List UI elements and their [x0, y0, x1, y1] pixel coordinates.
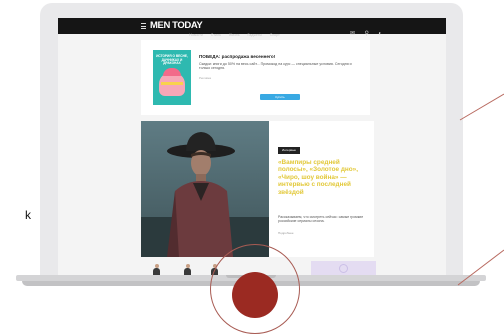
- ad-label: Реклама: [199, 76, 212, 80]
- book-illustration: [159, 68, 185, 96]
- side-letter: k: [25, 208, 31, 222]
- search-icon[interactable]: ⚲: [364, 30, 368, 38]
- site-header: MEN TODAY Новости Стиль Жизнь Гаджеты Сп…: [58, 18, 446, 37]
- mail-icon[interactable]: ✉: [350, 30, 355, 38]
- article-photo[interactable]: [141, 121, 269, 257]
- article-summary: Рассказываем, что смотреть сейчас: самые…: [278, 215, 364, 224]
- menu-icon[interactable]: [141, 23, 146, 29]
- promo-graphic: [339, 264, 348, 273]
- read-more-link[interactable]: Подробнее: [278, 231, 294, 235]
- book-cover[interactable]: ИСТОРИЯ О ВЕСНЕ, ДАЧНИКАХ И ДРАКОНАХ: [153, 50, 191, 105]
- feature-article[interactable]: Интервью «Вампиры средней полосы», «Золо…: [141, 121, 374, 257]
- buy-button[interactable]: Купить: [260, 94, 300, 100]
- article-tag[interactable]: Интервью: [278, 147, 300, 154]
- user-icon[interactable]: ◐: [378, 30, 382, 38]
- overlay-dot: [232, 272, 278, 318]
- avatar[interactable]: [153, 264, 160, 275]
- book-title: ИСТОРИЯ О ВЕСНЕ, ДАЧНИКАХ И ДРАКОНАХ: [156, 54, 188, 66]
- nav-item[interactable]: Спорт: [270, 33, 280, 37]
- nav-item[interactable]: Гаджеты: [248, 33, 262, 37]
- nav-item[interactable]: Стиль: [211, 33, 221, 37]
- promo-card[interactable]: [311, 261, 376, 276]
- laptop-screen: MEN TODAY Новости Стиль Жизнь Гаджеты Сп…: [58, 18, 446, 276]
- nav-item[interactable]: Жизнь: [229, 33, 240, 37]
- header-icons: ✉ ⚲ ◐: [350, 22, 387, 40]
- main-nav: Новости Стиль Жизнь Гаджеты Спорт: [189, 23, 283, 37]
- nav-item[interactable]: Новости: [189, 33, 203, 37]
- ad-text: Скидки: книги до 50% на весь сайт... Про…: [199, 62, 352, 71]
- article-headline[interactable]: «Вампиры средней полосы», «Золотое дно»,…: [278, 159, 366, 196]
- cowboy-photo: [141, 121, 269, 257]
- avatar[interactable]: [184, 264, 191, 275]
- ad-title[interactable]: ПОБЕДА: распродажа весеннего!: [199, 54, 275, 59]
- ad-banner[interactable]: ИСТОРИЯ О ВЕСНЕ, ДАЧНИКАХ И ДРАКОНАХ ПОБ…: [141, 40, 370, 115]
